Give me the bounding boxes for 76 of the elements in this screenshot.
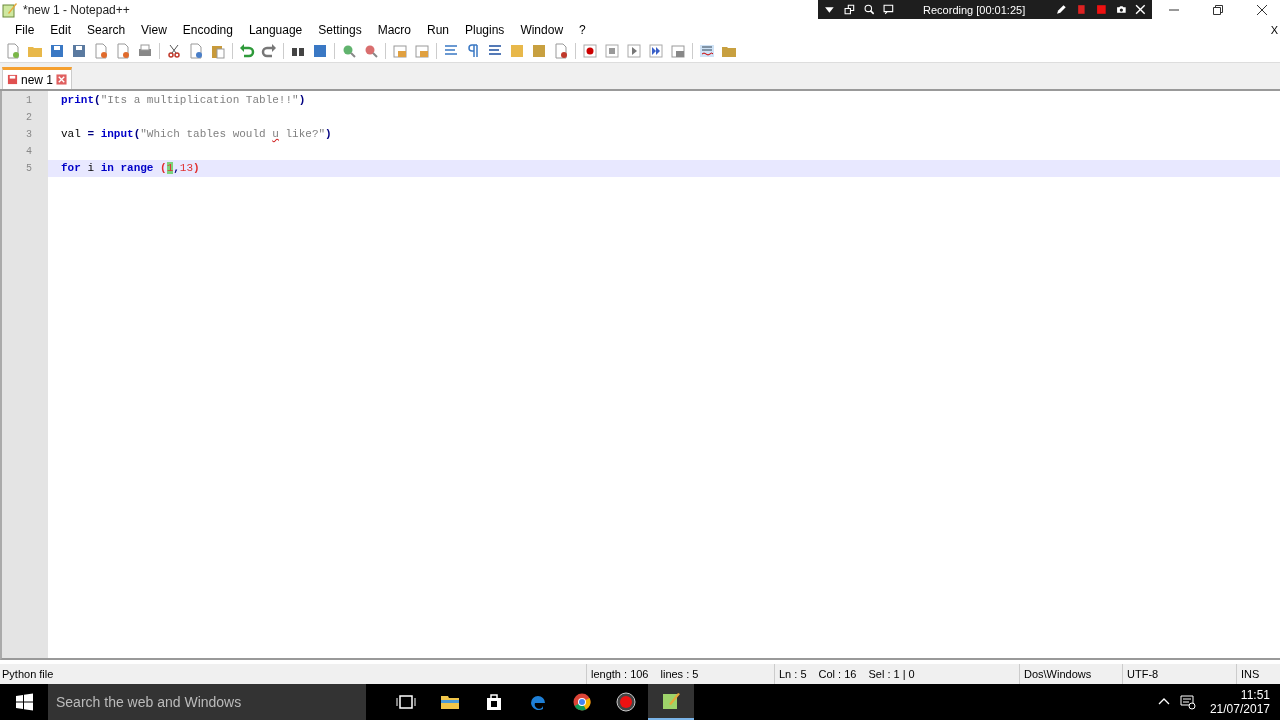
menu-item[interactable]: Settings xyxy=(310,23,370,37)
column-position: Col : 16 xyxy=(818,668,857,680)
notification-icon[interactable] xyxy=(1179,694,1196,710)
menu-item[interactable]: Plugins xyxy=(457,23,513,37)
menu-item[interactable]: Run xyxy=(419,23,457,37)
camera-icon[interactable] xyxy=(1115,4,1127,15)
line-number: 2 xyxy=(25,111,33,125)
chrome-browser-icon[interactable] xyxy=(572,692,592,712)
paste-icon[interactable] xyxy=(210,43,226,59)
play-icon[interactable] xyxy=(626,43,642,59)
zoom-in-icon[interactable] xyxy=(341,43,357,59)
length-label: length : 106 xyxy=(591,668,649,680)
pencil-icon[interactable] xyxy=(1056,4,1067,15)
menu-item[interactable]: File xyxy=(7,23,43,37)
spellcheck-icon[interactable] xyxy=(699,43,715,59)
stop-icon[interactable] xyxy=(604,43,620,59)
dropdown-icon[interactable] xyxy=(824,4,835,15)
notepad-icon xyxy=(661,691,681,711)
code-line: for i in range (1,13) xyxy=(61,162,200,174)
fast-forward-icon[interactable] xyxy=(648,43,664,59)
close-all-icon[interactable] xyxy=(115,43,131,59)
screen-region-icon[interactable] xyxy=(883,4,895,15)
menu-item[interactable]: Macro xyxy=(369,23,419,37)
taskbar-button[interactable] xyxy=(648,684,694,720)
clock-date[interactable]: 21/07/2017 xyxy=(1209,702,1270,716)
line-number: 3 xyxy=(25,128,33,142)
notepad-icon xyxy=(2,2,18,18)
copy-icon[interactable] xyxy=(188,43,204,59)
insert-mode-label: INS xyxy=(1241,668,1260,680)
language-label: Python file xyxy=(1,667,55,682)
cut-icon[interactable] xyxy=(166,43,182,59)
menu-item[interactable]: Window xyxy=(512,23,572,37)
close-icon[interactable] xyxy=(1257,5,1267,15)
selection-label: Sel : 1 | 0 xyxy=(868,668,915,680)
redo-icon[interactable] xyxy=(261,43,277,59)
zoom-out-icon[interactable] xyxy=(363,43,379,59)
line-number: 1 xyxy=(25,94,33,108)
line-ending-label: Dos\Windows xyxy=(1024,668,1092,680)
restore-icon[interactable] xyxy=(1213,5,1223,15)
lines-label: lines : 5 xyxy=(660,668,699,680)
document-tab[interactable]: new 1 xyxy=(2,67,73,89)
window-title: *new 1 - Notepad++ xyxy=(23,3,130,17)
shopping-bag-icon[interactable] xyxy=(484,692,504,712)
pause-icon[interactable] xyxy=(1075,4,1087,15)
print-icon[interactable] xyxy=(137,43,153,59)
search-icon[interactable] xyxy=(863,4,875,15)
code-line: print("Its a multiplication Table!!") xyxy=(61,94,306,106)
menu-item[interactable]: Encoding xyxy=(174,23,241,37)
save-all-icon[interactable] xyxy=(71,43,87,59)
menu-item[interactable]: Language xyxy=(240,23,311,37)
new-file-icon[interactable] xyxy=(5,43,21,59)
menu-item[interactable]: ? xyxy=(571,23,594,37)
undo-icon[interactable] xyxy=(239,43,255,59)
close-document-button[interactable]: X xyxy=(1270,24,1278,36)
close-file-icon[interactable] xyxy=(93,43,109,59)
menu-item[interactable]: Edit xyxy=(42,23,80,37)
encoding-label: UTF-8 xyxy=(1127,668,1159,680)
record-icon[interactable] xyxy=(582,43,598,59)
task-view-icon[interactable] xyxy=(396,692,416,712)
line-number: 4 xyxy=(25,145,33,159)
line-number: 5 xyxy=(25,162,33,176)
record-icon[interactable] xyxy=(616,692,636,712)
clock-time[interactable]: 11:51 xyxy=(1240,688,1270,702)
recording-status: Recording [00:01:25] xyxy=(923,3,1026,16)
menu-item[interactable]: View xyxy=(133,23,175,37)
function-icon[interactable] xyxy=(553,43,569,59)
search-field[interactable]: Search the web and Windows xyxy=(48,684,366,720)
file-icon xyxy=(7,74,18,85)
save-icon[interactable] xyxy=(49,43,65,59)
menu-item[interactable]: Search xyxy=(79,23,134,37)
line-position: Ln : 5 xyxy=(779,668,807,680)
stop-icon[interactable] xyxy=(1095,4,1107,15)
save-macro-icon[interactable] xyxy=(670,43,686,59)
pilcrow-icon[interactable] xyxy=(465,43,481,59)
code-line: val = input("Which tables would u like?") xyxy=(61,128,332,140)
windows-icon[interactable] xyxy=(843,4,855,15)
